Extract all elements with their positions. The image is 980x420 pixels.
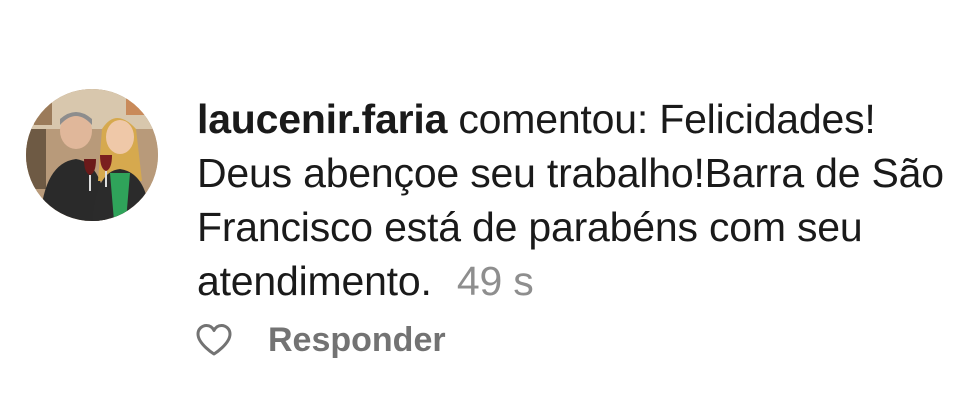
comment-timestamp: 49 s bbox=[456, 258, 534, 304]
like-button[interactable] bbox=[194, 321, 234, 359]
profile-photo-icon bbox=[26, 89, 158, 221]
comment-username[interactable]: laucenir.faria bbox=[197, 96, 447, 142]
heart-outline-icon bbox=[196, 324, 232, 356]
comment-item: laucenir.faria comentou: Felicidades! De… bbox=[0, 0, 980, 420]
avatar[interactable] bbox=[26, 89, 158, 221]
reply-button[interactable]: Responder bbox=[268, 321, 446, 360]
comment-action-text: comentou: bbox=[458, 96, 649, 142]
comment-actions: Responder bbox=[194, 318, 446, 362]
comment-body: laucenir.faria comentou: Felicidades! De… bbox=[197, 92, 957, 308]
